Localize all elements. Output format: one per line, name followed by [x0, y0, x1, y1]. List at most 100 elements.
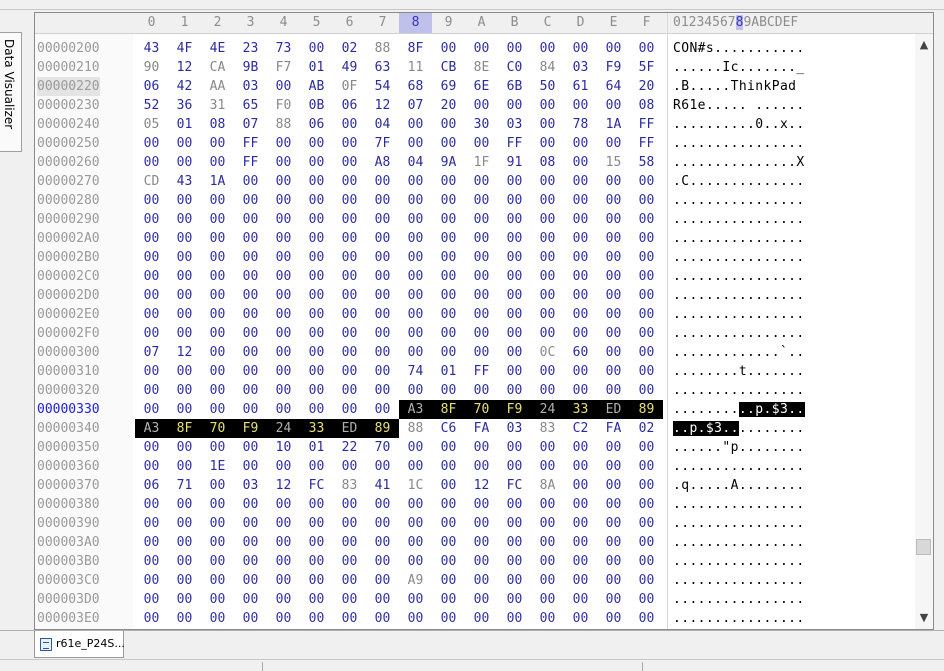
hex-byte[interactable]: 24: [267, 419, 300, 438]
hex-byte[interactable]: 00: [300, 457, 333, 476]
hex-byte[interactable]: 00: [300, 191, 333, 210]
hex-byte[interactable]: 00: [234, 438, 267, 457]
hex-byte[interactable]: 00: [333, 552, 366, 571]
hex-byte[interactable]: 00: [135, 400, 168, 419]
hex-byte[interactable]: 20: [630, 77, 663, 96]
column-header-5[interactable]: 5: [300, 13, 333, 33]
hex-byte[interactable]: 00: [399, 514, 432, 533]
hex-row[interactable]: 00000210 90 12 CA 9B F7 01 49 63 11 CB 8E C0 84 03 F9 5F…: [35, 58, 915, 77]
hex-byte[interactable]: 00: [267, 362, 300, 381]
hex-byte[interactable]: 00: [399, 438, 432, 457]
hex-byte[interactable]: 00: [432, 191, 465, 210]
hex-byte[interactable]: 12: [366, 96, 399, 115]
hex-byte[interactable]: 07: [234, 115, 267, 134]
hex-byte[interactable]: 61: [564, 77, 597, 96]
hex-byte[interactable]: 00: [201, 210, 234, 229]
hex-byte[interactable]: 00: [333, 514, 366, 533]
hex-byte[interactable]: 00: [366, 495, 399, 514]
hex-byte[interactable]: 00: [300, 267, 333, 286]
data-visualizer-tab[interactable]: Data Visualizer: [0, 32, 22, 152]
hex-byte[interactable]: 00: [597, 343, 630, 362]
hex-byte[interactable]: 00: [564, 533, 597, 552]
hex-byte[interactable]: 00: [399, 533, 432, 552]
hex-byte[interactable]: 22: [333, 438, 366, 457]
hex-row[interactable]: 00000260 00 00 00 FF 00 00 00 A8 04 9A 1F 91 08 00 15 58…: [35, 153, 915, 172]
hex-byte[interactable]: 00: [333, 134, 366, 153]
hex-byte[interactable]: 00: [564, 267, 597, 286]
hex-byte[interactable]: 00: [234, 210, 267, 229]
hex-byte[interactable]: 00: [432, 590, 465, 609]
hex-byte[interactable]: 00: [498, 457, 531, 476]
hex-byte[interactable]: 00: [135, 533, 168, 552]
hex-byte[interactable]: 6E: [465, 77, 498, 96]
hex-byte[interactable]: 00: [498, 286, 531, 305]
hex-byte[interactable]: 00: [531, 115, 564, 134]
hex-byte[interactable]: 00: [498, 210, 531, 229]
hex-byte[interactable]: 00: [168, 533, 201, 552]
hex-byte[interactable]: 4F: [168, 39, 201, 58]
hex-byte[interactable]: 00: [432, 552, 465, 571]
column-header-3[interactable]: 3: [234, 13, 267, 33]
hex-byte[interactable]: 91: [498, 153, 531, 172]
hex-byte[interactable]: 00: [465, 134, 498, 153]
hex-byte[interactable]: 00: [300, 533, 333, 552]
hex-byte[interactable]: 00: [399, 229, 432, 248]
hex-byte[interactable]: 00: [234, 400, 267, 419]
hex-byte[interactable]: 00: [465, 381, 498, 400]
hex-row[interactable]: 00000370 06 71 00 03 12 FC 83 41 1C 00 12 FC 8A 00 00 00…: [35, 476, 915, 495]
hex-byte[interactable]: 00: [300, 324, 333, 343]
hex-byte[interactable]: 12: [267, 476, 300, 495]
hex-byte[interactable]: 00: [201, 191, 234, 210]
hex-byte[interactable]: 00: [300, 210, 333, 229]
hex-byte[interactable]: 00: [168, 552, 201, 571]
hex-byte[interactable]: 00: [564, 324, 597, 343]
hex-byte[interactable]: F7: [267, 58, 300, 77]
ascii-text[interactable]: .............`..: [673, 343, 805, 362]
hex-byte[interactable]: 00: [333, 267, 366, 286]
hex-byte[interactable]: 00: [267, 229, 300, 248]
hex-byte[interactable]: 89: [630, 400, 663, 419]
ascii-text[interactable]: ................: [673, 324, 805, 343]
hex-byte[interactable]: 00: [267, 191, 300, 210]
hex-byte[interactable]: 00: [597, 381, 630, 400]
hex-byte[interactable]: C0: [498, 58, 531, 77]
hex-byte[interactable]: 00: [135, 495, 168, 514]
hex-byte[interactable]: 78: [564, 115, 597, 134]
hex-byte[interactable]: 00: [630, 457, 663, 476]
hex-byte[interactable]: 00: [498, 343, 531, 362]
hex-byte[interactable]: 00: [465, 552, 498, 571]
hex-byte[interactable]: 00: [135, 457, 168, 476]
hex-row[interactable]: 00000250 00 00 00 FF 00 00 00 7F 00 00 00 FF 00 00 00 FF…: [35, 134, 915, 153]
hex-byte[interactable]: 06: [135, 476, 168, 495]
hex-byte[interactable]: 00: [366, 305, 399, 324]
hex-byte[interactable]: 00: [630, 514, 663, 533]
hex-byte[interactable]: FC: [498, 476, 531, 495]
hex-byte[interactable]: 00: [465, 609, 498, 628]
hex-byte[interactable]: 00: [399, 172, 432, 191]
hex-byte[interactable]: 00: [498, 495, 531, 514]
ascii-text[interactable]: ................: [673, 191, 805, 210]
hex-byte[interactable]: 00: [630, 362, 663, 381]
hex-byte[interactable]: 00: [234, 305, 267, 324]
column-header-F[interactable]: F: [630, 13, 663, 33]
hex-byte[interactable]: 70: [465, 400, 498, 419]
hex-byte[interactable]: 00: [135, 134, 168, 153]
hex-byte[interactable]: 00: [564, 476, 597, 495]
hex-byte[interactable]: 00: [267, 400, 300, 419]
hex-byte[interactable]: 00: [399, 457, 432, 476]
hex-byte[interactable]: 00: [300, 172, 333, 191]
hex-row[interactable]: 000003A0 00 00 00 00 00 00 00 00 00 00 00 00 00 00 00 00…: [35, 533, 915, 552]
hex-byte[interactable]: 83: [333, 476, 366, 495]
hex-byte[interactable]: 00: [465, 305, 498, 324]
hex-byte[interactable]: 00: [399, 210, 432, 229]
hex-byte[interactable]: 00: [366, 286, 399, 305]
hex-byte[interactable]: 00: [432, 533, 465, 552]
hex-byte[interactable]: 5F: [630, 58, 663, 77]
hex-byte[interactable]: 03: [498, 419, 531, 438]
hex-row[interactable]: 000003C0 00 00 00 00 00 00 00 00 A9 00 00 00 00 00 00 00…: [35, 571, 915, 590]
hex-byte[interactable]: 00: [432, 381, 465, 400]
hex-byte[interactable]: 00: [597, 609, 630, 628]
hex-byte[interactable]: 00: [564, 96, 597, 115]
hex-byte[interactable]: 00: [168, 210, 201, 229]
column-header-E[interactable]: E: [597, 13, 630, 33]
